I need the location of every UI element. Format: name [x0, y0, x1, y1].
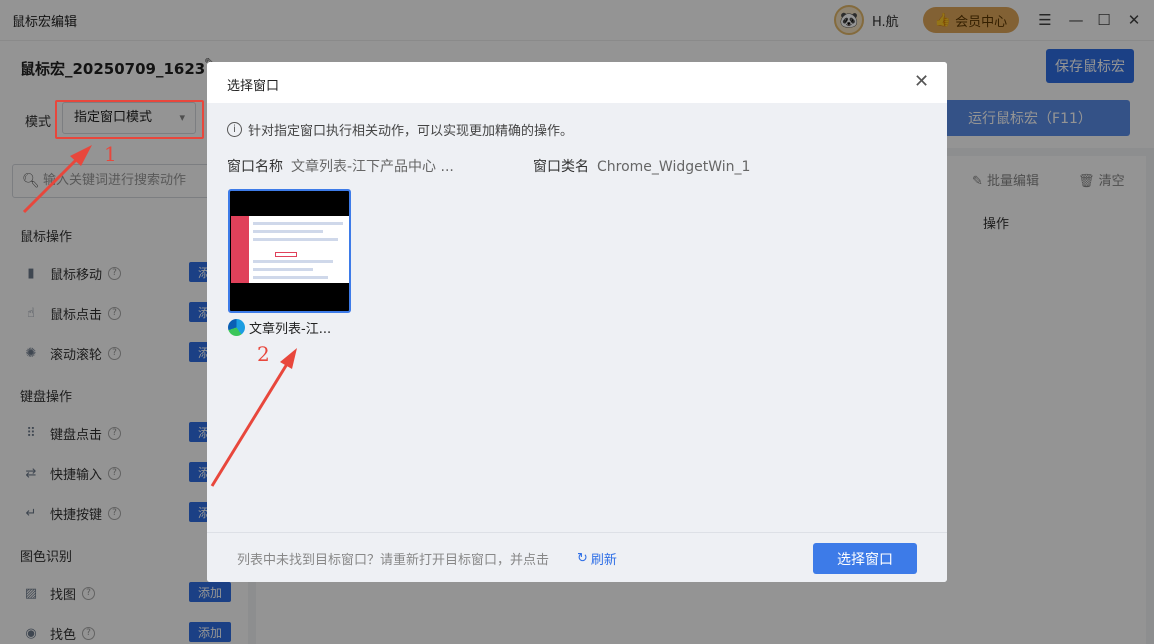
annotation-arrow-1 — [22, 156, 80, 214]
annotation-arrow-2 — [210, 363, 289, 487]
annotation-arrows — [22, 145, 297, 487]
annotation-arrowhead-2 — [280, 348, 297, 369]
